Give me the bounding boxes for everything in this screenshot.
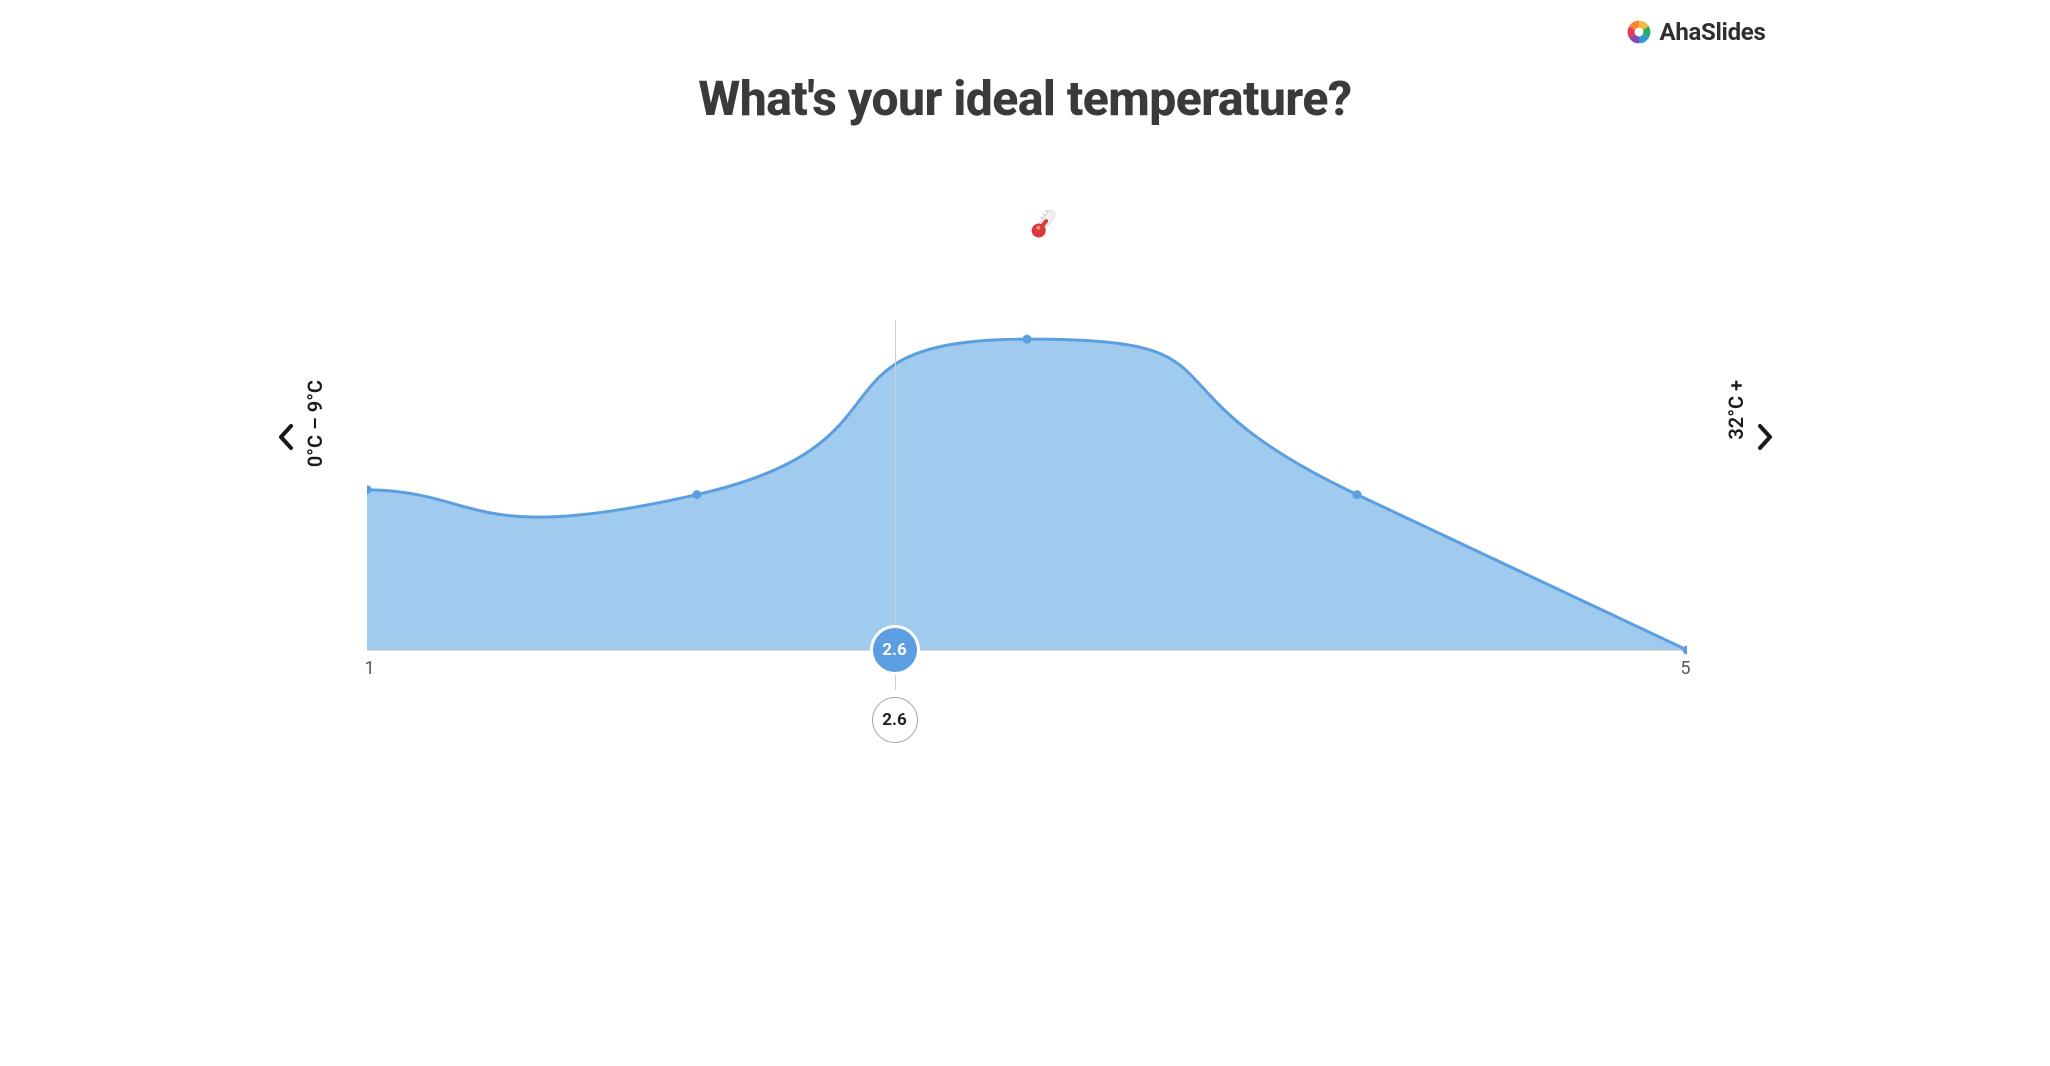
- average-badge-primary: 2.6: [873, 628, 917, 672]
- slide-title: What's your ideal temperature?: [257, 70, 1794, 127]
- next-chevron[interactable]: [1748, 420, 1782, 454]
- axis-tick-max: 5: [1680, 658, 1690, 679]
- thermometer-icon: [1025, 210, 1061, 240]
- brand-name: AhaSlides: [1660, 18, 1766, 46]
- axis-right-end-label: 32°C +: [1724, 380, 1748, 440]
- average-badge-secondary: 2.6: [872, 697, 918, 743]
- distribution-chart: 1 5: [367, 310, 1687, 680]
- slide-stage: AhaSlides What's your ideal temperature?…: [257, 0, 1794, 799]
- average-value-primary: 2.6: [882, 640, 906, 660]
- chart-svg: [367, 310, 1687, 680]
- axis-left-end-label: 0°C – 9°C: [303, 380, 327, 467]
- brand-logo-icon: [1626, 19, 1652, 45]
- prev-chevron[interactable]: [269, 420, 303, 454]
- axis-tick-min: 1: [365, 658, 375, 679]
- brand: AhaSlides: [1626, 18, 1766, 46]
- average-value-secondary: 2.6: [882, 710, 906, 730]
